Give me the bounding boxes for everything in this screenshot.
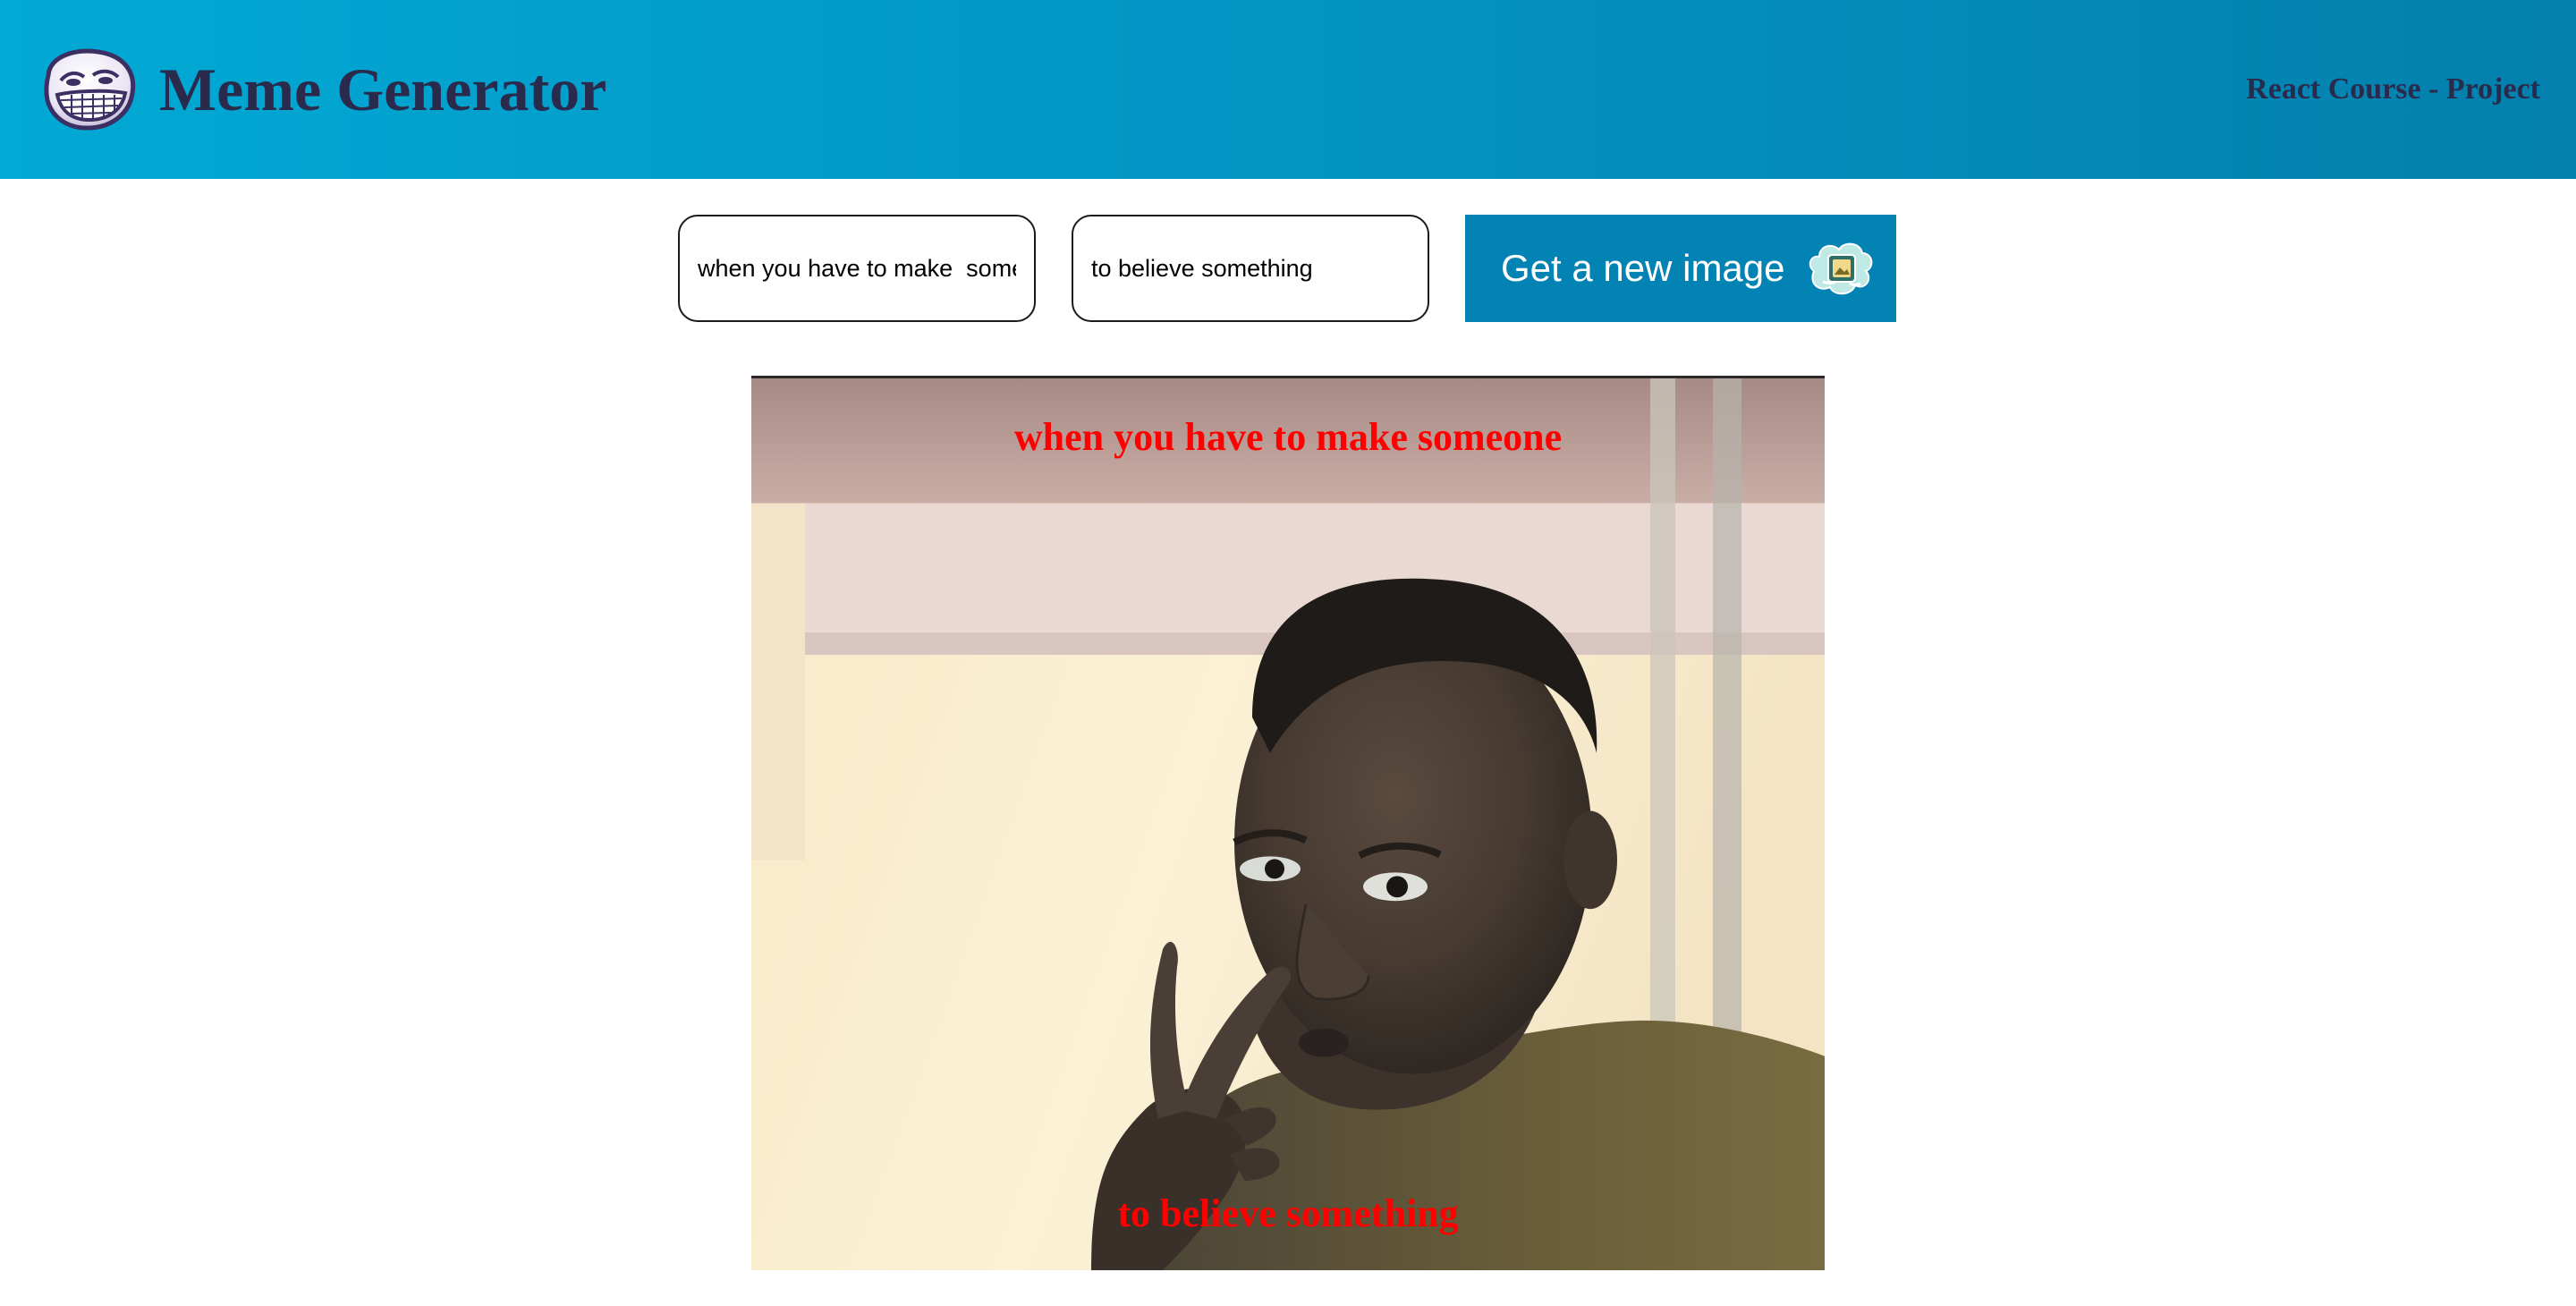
meme-top-text: when you have to make someone [1013, 415, 1563, 459]
get-new-image-button[interactable]: Get a new image [1465, 215, 1896, 322]
meme-bottom-text: to believe something [1117, 1192, 1459, 1235]
top-text-input[interactable] [678, 215, 1036, 322]
bottom-text-input[interactable] [1072, 215, 1429, 322]
meme-image [751, 378, 1825, 1270]
image-icon [1809, 242, 1872, 295]
troll-face-icon [44, 48, 136, 131]
get-new-image-button-label: Get a new image [1501, 247, 1785, 289]
header-subtitle: React Course - Project [2246, 72, 2540, 106]
app-title: Meme Generator [159, 55, 607, 123]
app-header: Meme Generator React Course - Project [0, 0, 2576, 179]
meme-container: when you have to make someone to believe… [751, 376, 1825, 1270]
